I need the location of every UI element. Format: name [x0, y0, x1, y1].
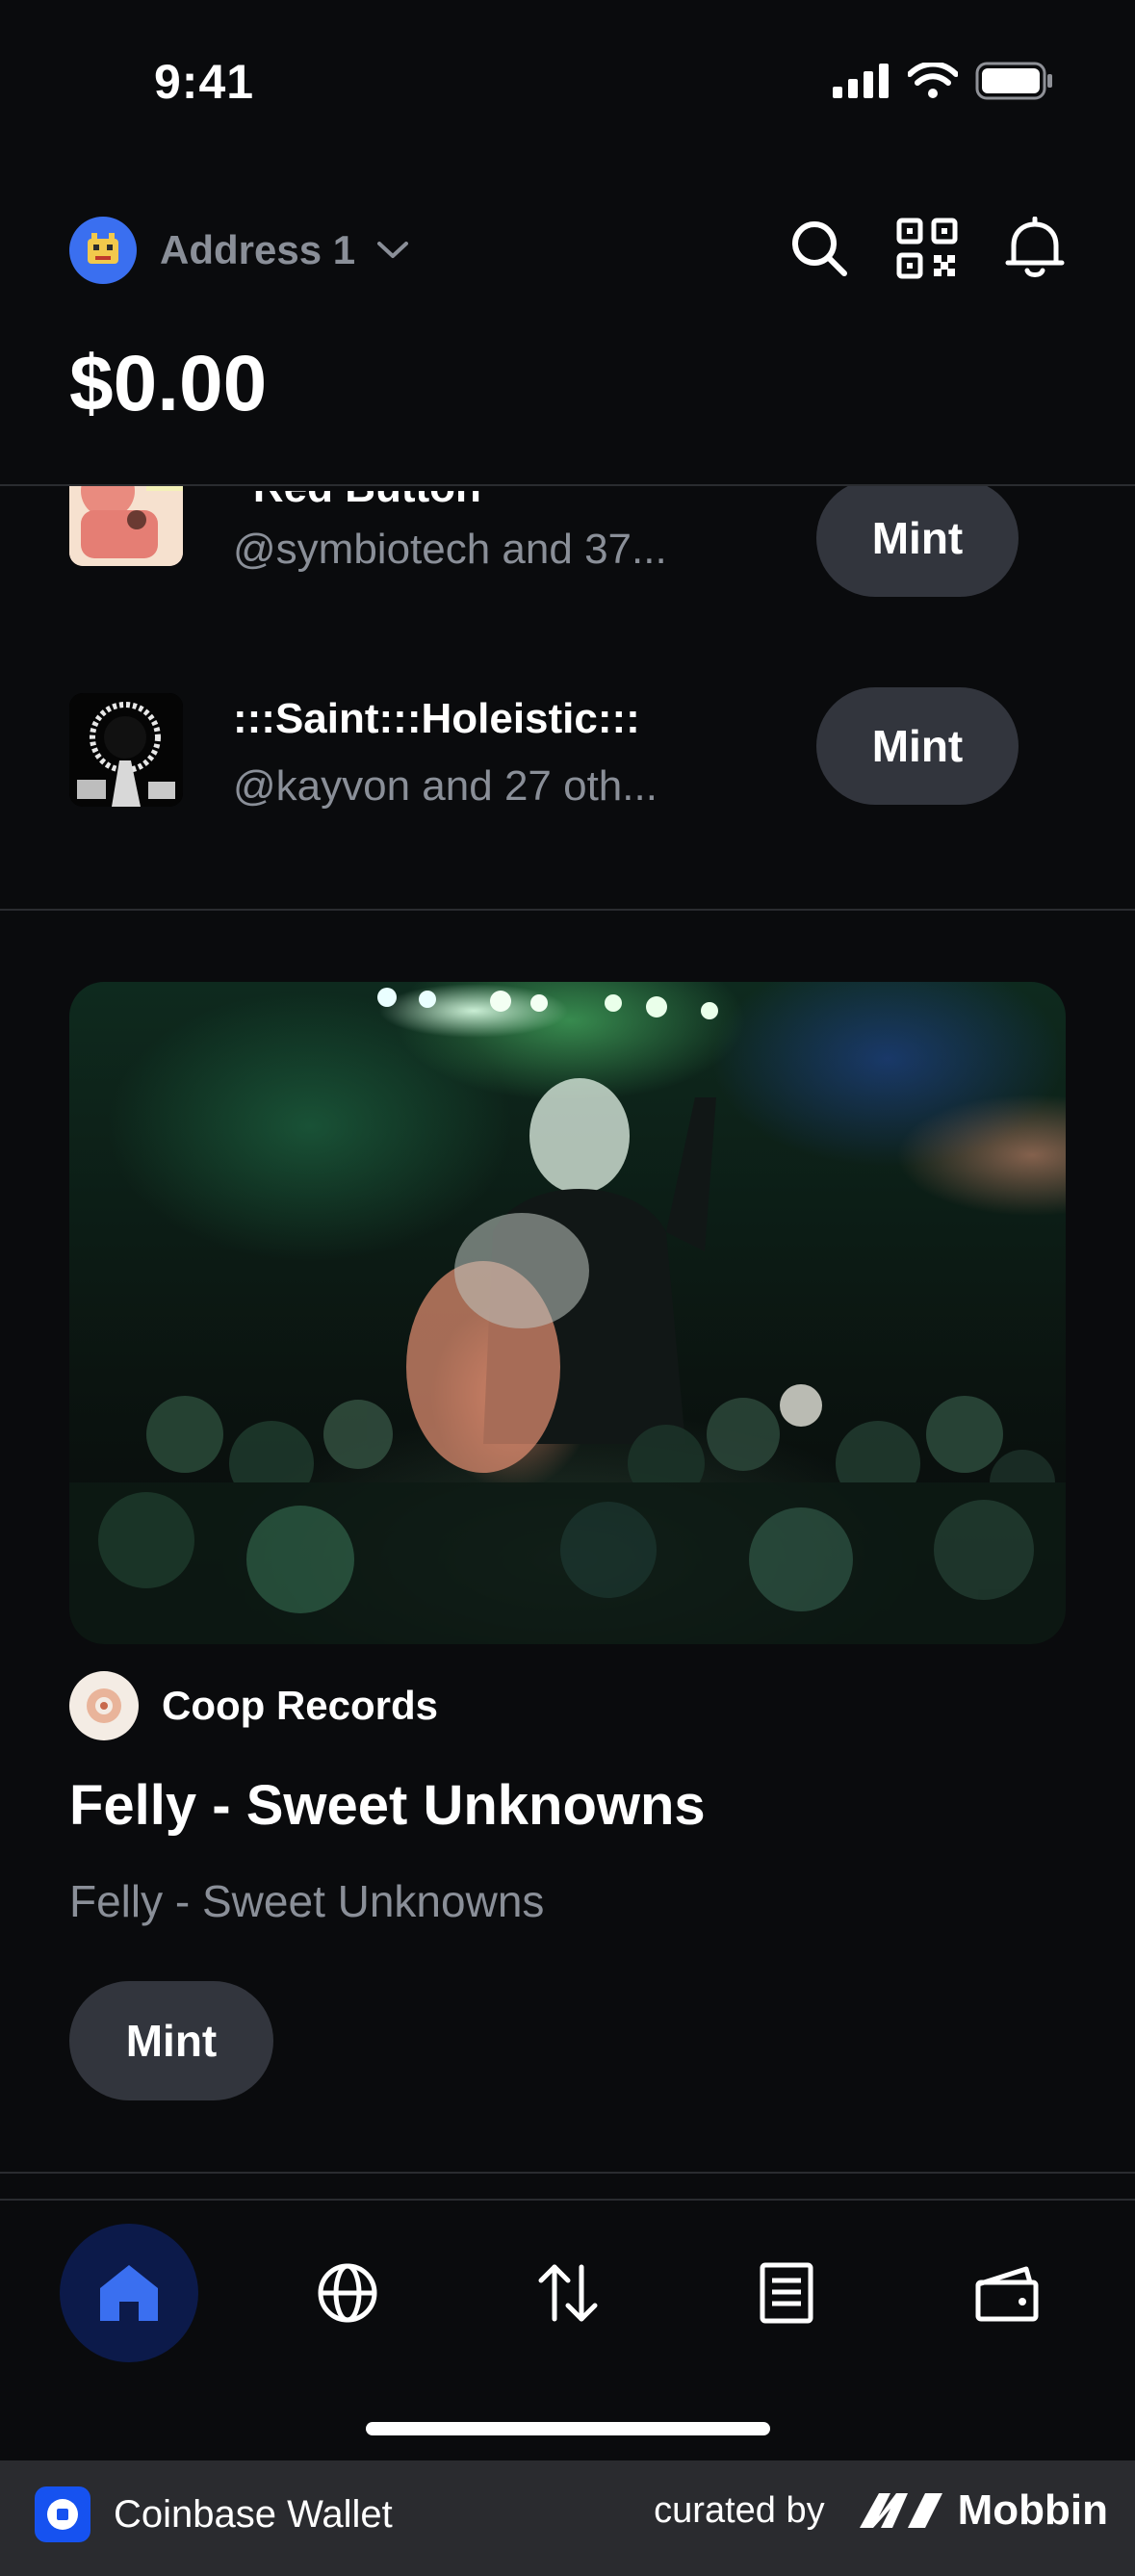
home-indicator: [366, 2422, 770, 2435]
mint-button[interactable]: Mint: [69, 1981, 273, 2100]
balance: $0.00: [69, 340, 268, 427]
search-icon[interactable]: [788, 218, 850, 279]
bell-icon[interactable]: [1004, 217, 1066, 280]
address-label: Address 1: [160, 227, 356, 272]
home-icon: [100, 2265, 158, 2321]
creator[interactable]: Coop Records: [69, 1671, 438, 1740]
nav-wallet[interactable]: [938, 2224, 1076, 2362]
battery-icon: [975, 62, 1052, 100]
footer-credit: curated by Mobbin: [654, 2486, 1108, 2535]
coinbase-wallet-logo: [35, 2486, 90, 2542]
section-divider: [0, 2172, 1135, 2174]
nft-subtitle: @symbiotech and 37...: [233, 526, 667, 573]
coop-records-logo: [69, 1671, 139, 1740]
feature-description: Felly - Sweet Unknowns: [69, 1876, 545, 1926]
qr-code-icon[interactable]: [896, 218, 958, 279]
feature-image[interactable]: [69, 982, 1066, 1644]
nav-home[interactable]: [60, 2224, 198, 2362]
mint-button[interactable]: Mint: [816, 687, 1019, 805]
footer-app: Coinbase Wallet: [35, 2486, 393, 2542]
header-actions: [788, 217, 1066, 280]
activity-icon: [760, 2262, 813, 2324]
feature-title: Felly - Sweet Unknowns: [69, 1774, 706, 1837]
nft-thumbnail: [69, 693, 183, 807]
status-time: 9:41: [154, 55, 255, 109]
wifi-icon: [908, 63, 958, 98]
wallet-icon: [975, 2266, 1039, 2322]
nav-browser[interactable]: [278, 2224, 417, 2362]
curated-by-label: curated by: [654, 2489, 825, 2531]
mobbin-logo-icon: [859, 2493, 942, 2528]
swap-icon: [538, 2264, 598, 2322]
creator-name: Coop Records: [162, 1683, 439, 1728]
app-name: Coinbase Wallet: [114, 2492, 393, 2536]
signal-icon: [833, 64, 889, 98]
nft-title: :::Saint:::Holeistic:::: [233, 695, 640, 742]
list-item[interactable]: :::Saint:::Holeistic::: @kayvon and 27 o…: [0, 682, 1135, 874]
nav-swap[interactable]: [499, 2224, 637, 2362]
nav-activity[interactable]: [717, 2224, 856, 2362]
avatar: [69, 217, 137, 284]
nft-subtitle: @kayvon and 27 oth...: [233, 762, 658, 810]
mobbin-brand: Mobbin: [957, 2486, 1108, 2534]
mint-button[interactable]: Mint: [816, 479, 1019, 597]
address-selector[interactable]: Address 1: [69, 217, 409, 284]
status-icons: [833, 62, 1054, 100]
chevron-down-icon: [377, 242, 409, 258]
globe-icon: [318, 2263, 377, 2323]
section-divider: [0, 909, 1135, 911]
